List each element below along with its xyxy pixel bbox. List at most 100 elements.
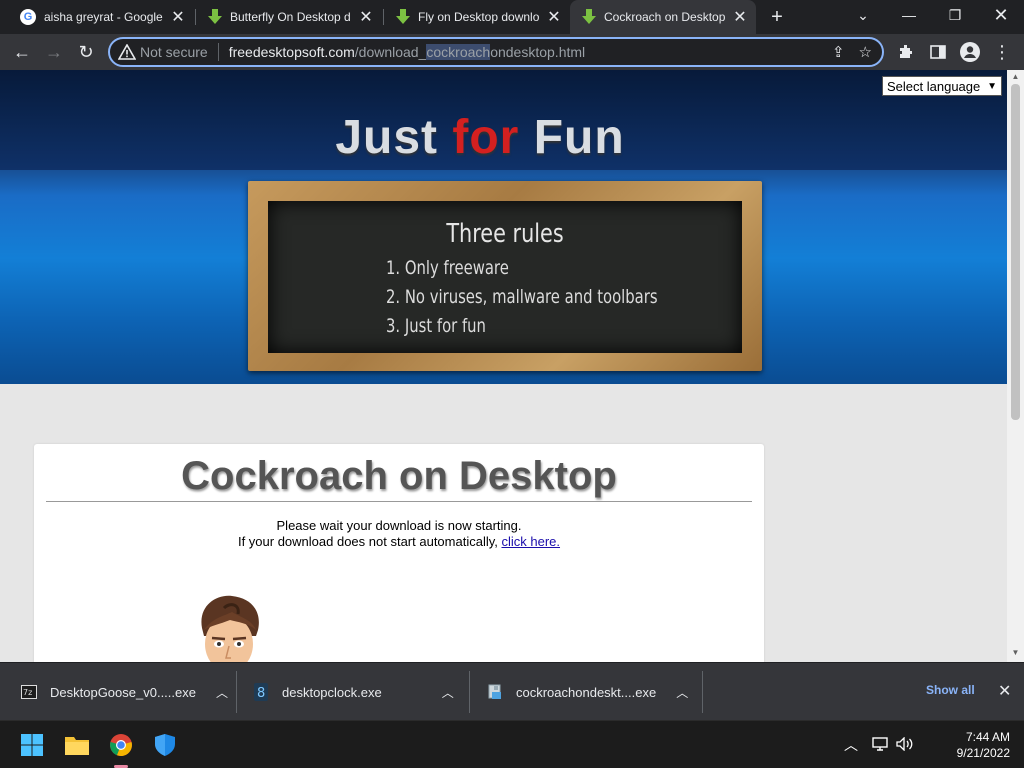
page-viewport: Just for Fun Three rules 1. Only freewar…	[0, 70, 1024, 662]
scroll-down-arrow-icon[interactable]: ▼	[1011, 648, 1020, 658]
volume-icon[interactable]	[896, 735, 914, 754]
download-separator	[236, 671, 237, 713]
close-icon[interactable]: ✕	[546, 9, 562, 26]
download-shelf: 7z DesktopGoose_v0.....exe ︿ 8 desktopcl…	[0, 662, 1024, 720]
clock-date: 9/21/2022	[956, 746, 1010, 760]
site-title-just: Just	[335, 111, 439, 164]
heading-divider	[46, 501, 752, 502]
share-icon[interactable]: ⇪	[832, 43, 845, 61]
tab-title: Cockroach on Desktop	[604, 10, 726, 24]
new-tab-button[interactable]: +	[766, 6, 788, 28]
network-icon[interactable]	[872, 736, 888, 754]
page-scrollbar[interactable]: ▲ ▼	[1007, 70, 1024, 662]
reload-button[interactable]: ↻	[72, 38, 100, 66]
archive-icon: 7z	[20, 683, 38, 701]
language-select-value: Select language	[887, 78, 981, 94]
download-status-text: Please wait your download is now startin…	[276, 518, 522, 533]
download-item[interactable]: 8 desktopclock.exe ︿	[252, 663, 454, 721]
svg-text:8: 8	[257, 686, 265, 701]
tab-cockroach[interactable]: Cockroach on Desktop ✕	[570, 0, 756, 34]
download-filename: desktopclock.exe	[282, 684, 382, 700]
url-path: /download_	[354, 44, 427, 60]
installer-icon	[486, 683, 504, 701]
back-button[interactable]: ←	[8, 38, 36, 66]
windows-security-icon[interactable]	[149, 729, 181, 761]
side-panel-icon[interactable]	[924, 38, 952, 66]
fallback-text: If your download does not start automati…	[237, 534, 502, 549]
page-title: Cockroach on Desktop	[181, 454, 617, 498]
chevron-down-icon: ▼	[987, 80, 997, 92]
download-card: Cockroach on Desktop Please wait your do…	[34, 444, 764, 662]
bookmark-star-icon[interactable]: ☆	[859, 43, 872, 61]
omnibox-divider	[217, 43, 219, 61]
tab-search-button[interactable]: ⌄	[840, 0, 886, 30]
close-icon[interactable]: ✕	[998, 681, 1011, 701]
download-item[interactable]: cockroachondeskt....exe ︿	[486, 663, 688, 721]
address-bar[interactable]: Not secure freedesktopsoft.com/download_…	[108, 37, 884, 67]
rule-item: 1. Only freeware	[386, 257, 509, 279]
minimize-button[interactable]: —	[886, 0, 932, 30]
download-arrow-icon	[582, 9, 596, 24]
extensions-icon[interactable]	[892, 38, 920, 66]
clock-app-icon: 8	[252, 683, 270, 701]
site-banner: Just for Fun Three rules 1. Only freewar…	[0, 70, 1007, 384]
omnibox-actions: ⇪ ☆	[832, 43, 872, 61]
clock-time: 7:44 AM	[965, 730, 1010, 744]
click-here-link[interactable]: click here.	[501, 534, 560, 549]
close-window-button[interactable]: ✕	[978, 0, 1024, 30]
scrollbar-thumb[interactable]	[1011, 84, 1020, 420]
chrome-icon[interactable]	[105, 729, 137, 768]
windows-start-icon[interactable]	[16, 729, 48, 761]
tab-fly[interactable]: Fly on Desktop downlo ✕	[384, 0, 570, 34]
download-separator	[702, 671, 703, 713]
rule-item: 3. Just for fun	[386, 315, 486, 337]
chevron-up-icon[interactable]: ︿	[216, 684, 228, 701]
security-label[interactable]: Not secure	[140, 44, 208, 60]
system-tray: ︿	[844, 721, 914, 768]
download-item[interactable]: 7z DesktopGoose_v0.....exe ︿	[20, 663, 228, 721]
forward-button[interactable]: →	[40, 38, 68, 66]
url-selection: cockroach	[426, 44, 491, 60]
tab-butterfly[interactable]: Butterfly On Desktop d ✕	[196, 0, 382, 34]
tab-title: Butterfly On Desktop d	[230, 10, 351, 24]
site-title: Just for Fun	[0, 110, 960, 165]
download-separator	[469, 671, 470, 713]
url-path-end: ondesktop.html	[490, 44, 586, 60]
tab-strip: G aisha greyrat - Google ✕ Butterfly On …	[0, 0, 1024, 34]
file-explorer-icon[interactable]	[61, 729, 93, 761]
google-g-icon: G	[20, 9, 36, 25]
scroll-up-arrow-icon[interactable]: ▲	[1011, 72, 1020, 82]
menu-kebab-icon[interactable]: ⋮	[988, 38, 1016, 66]
close-icon[interactable]: ✕	[358, 9, 374, 26]
chevron-up-icon[interactable]: ︿	[676, 684, 688, 701]
chevron-up-icon[interactable]: ︿	[442, 684, 454, 701]
language-select[interactable]: Select language ▼	[882, 76, 1002, 96]
download-filename: DesktopGoose_v0.....exe	[50, 684, 196, 700]
svg-text:7z: 7z	[23, 688, 32, 697]
chevron-up-icon[interactable]: ︿	[844, 735, 858, 755]
rule-item: 2. No viruses, mallware and toolbars	[386, 286, 658, 308]
download-arrow-icon	[208, 9, 222, 24]
chalkboard-surface: Three rules 1. Only freeware 2. No virus…	[268, 201, 742, 353]
download-arrow-icon	[396, 9, 410, 24]
rules-chalkboard: Three rules 1. Only freeware 2. No virus…	[248, 181, 762, 371]
browser-toolbar: ← → ↻ Not secure freedesktopsoft.com/dow…	[0, 34, 1024, 70]
warning-icon	[118, 44, 136, 60]
tab-title: aisha greyrat - Google	[44, 10, 163, 24]
tab-title: Fly on Desktop downlo	[418, 10, 540, 24]
restore-button[interactable]: ❐	[932, 0, 978, 30]
rules-title: Three rules	[446, 219, 564, 249]
close-icon[interactable]: ✕	[732, 9, 748, 26]
show-all-downloads-button[interactable]: Show all	[926, 683, 975, 697]
close-icon[interactable]: ✕	[170, 9, 186, 26]
fallback-line: If your download does not start automati…	[34, 534, 764, 549]
windows-taskbar: ︿ 7:44 AM 9/21/2022	[0, 720, 1024, 768]
taskbar-clock[interactable]: 7:44 AM 9/21/2022	[957, 729, 1010, 761]
url-host: freedesktopsoft.com	[228, 44, 355, 60]
cartoon-man-image	[201, 595, 259, 662]
download-filename: cockroachondeskt....exe	[516, 684, 657, 700]
site-title-for: for	[452, 111, 520, 164]
tab-google[interactable]: G aisha greyrat - Google ✕	[8, 0, 194, 34]
profile-avatar-icon[interactable]	[956, 38, 984, 66]
site-title-fun: Fun	[533, 111, 625, 164]
